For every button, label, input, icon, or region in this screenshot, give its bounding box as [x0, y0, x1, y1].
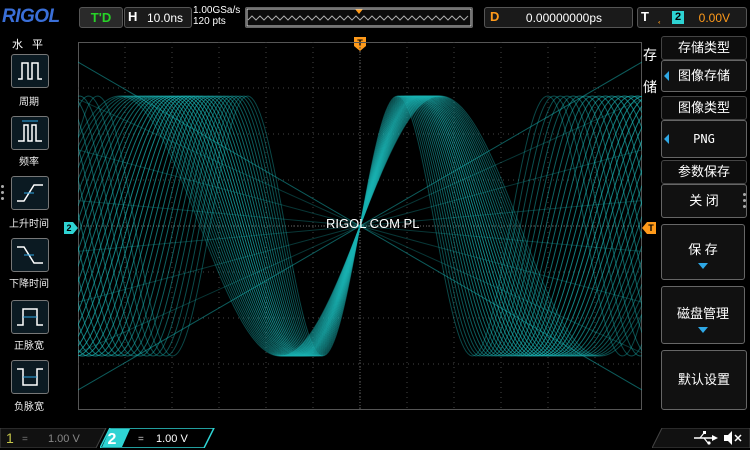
positive-width-button[interactable] — [11, 300, 49, 334]
waveform-display[interactable]: RIGOL COM PL — [77, 42, 643, 410]
default-settings-button[interactable]: 默认设置 — [661, 350, 747, 410]
rise-time-button[interactable] — [11, 176, 49, 210]
negative-width-label: 负脉宽 — [14, 402, 44, 413]
delay-value: 0.00000000ps — [525, 11, 602, 25]
memory-overview-bar[interactable] — [245, 7, 473, 28]
menu-section-char-1: 存 — [643, 47, 657, 63]
chevron-down-icon — [698, 263, 708, 269]
storage-type-selector[interactable]: 图像存储 — [661, 60, 747, 92]
channel2-coupling: = — [138, 434, 144, 445]
chevron-down-icon — [698, 327, 708, 333]
acquisition-info: 1.00GSa/s 120 pts — [193, 5, 240, 27]
selector-arrow-icon — [664, 71, 669, 81]
image-type-selector[interactable]: PNG — [661, 120, 747, 158]
rising-edge-icon: ˱ — [657, 9, 662, 24]
negative-width-icon — [17, 368, 43, 386]
sample-rate: 1.00GSa/s — [193, 5, 241, 16]
disk-management-label: 磁盘管理 — [676, 306, 729, 321]
channel2-offset-marker[interactable]: 2 — [64, 222, 78, 234]
trigger-source-badge: 2 — [672, 11, 684, 24]
channel1-status[interactable]: 1 = 1.00 V — [0, 428, 108, 448]
storage-menu: 存 储 存储类型 图像存储 图像类型 PNG 参数保存 关 闭 保 存 磁盘管理… — [641, 32, 750, 418]
scroll-indicator — [1, 182, 5, 203]
right-scroll-indicator — [743, 190, 746, 211]
delay-display[interactable]: D 0.00000000ps — [484, 7, 633, 28]
negative-width-button[interactable] — [11, 360, 49, 394]
measure-sidebar: 水 平 周期 频率 上升时间 下降时间 正脉宽 负脉宽 — [0, 32, 58, 418]
fall-time-label: 下降时间 — [9, 279, 49, 290]
trigger-key: T — [641, 9, 649, 24]
save-label: 保 存 — [688, 242, 718, 257]
storage-type-value: 图像存储 — [677, 68, 730, 83]
image-type-title: 图像类型 — [661, 96, 747, 120]
positive-width-label: 正脉宽 — [14, 341, 44, 352]
channel2-number: 2 — [108, 431, 117, 448]
memory-depth: 120 pts — [193, 16, 226, 27]
save-button[interactable]: 保 存 — [661, 224, 745, 280]
timebase-value: 10.0ns — [147, 11, 184, 25]
positive-width-icon — [17, 308, 43, 326]
param-save-title: 参数保存 — [661, 160, 747, 184]
memory-waveform-overview-icon — [246, 8, 472, 27]
trigger-status-badge: T'D — [79, 7, 123, 28]
channel1-number: 1 — [6, 430, 14, 446]
storage-type-title: 存储类型 — [661, 36, 747, 60]
rise-time-icon — [17, 184, 43, 202]
channel2-status[interactable]: 2 = 1.00 V — [100, 428, 215, 448]
svg-text:2: 2 — [66, 223, 71, 233]
horizontal-key: H — [128, 9, 138, 24]
selector-arrow-icon — [664, 134, 669, 144]
period-measure-button[interactable] — [11, 54, 49, 88]
channel1-scale: 1.00 V — [48, 433, 80, 445]
frequency-measure-button[interactable] — [11, 116, 49, 150]
frequency-label: 频率 — [19, 157, 39, 168]
delay-key: D — [490, 9, 500, 24]
default-settings-label: 默认设置 — [677, 372, 730, 387]
param-save-toggle[interactable]: 关 闭 — [661, 184, 747, 218]
frequency-measure-icon — [18, 120, 42, 142]
timebase-display[interactable]: H 10.0ns — [124, 7, 192, 28]
image-type-value: PNG — [693, 132, 715, 146]
period-label: 周期 — [19, 97, 39, 108]
system-status-area — [652, 428, 750, 448]
period-measure-icon — [18, 62, 42, 80]
rise-time-label: 上升时间 — [9, 219, 49, 230]
status-bar: RIGOL T'D H 10.0ns 1.00GSa/s 120 pts D 0… — [0, 0, 750, 32]
channel1-coupling: = — [22, 434, 28, 445]
fall-time-button[interactable] — [11, 238, 49, 272]
menu-section-char-2: 储 — [643, 79, 657, 95]
disk-management-button[interactable]: 磁盘管理 — [661, 286, 745, 344]
brand-logo: RIGOL — [2, 6, 60, 27]
trigger-level-value: 0.00V — [698, 11, 730, 25]
param-save-value: 关 闭 — [689, 193, 719, 208]
sidebar-title: 水 平 — [12, 39, 47, 51]
channel2-scale: 1.00 V — [156, 433, 188, 445]
watermark-text: RIGOL COM PL — [326, 216, 420, 231]
fall-time-icon — [17, 246, 43, 264]
trigger-display[interactable]: T ˱ 2 0.00V — [637, 7, 747, 28]
